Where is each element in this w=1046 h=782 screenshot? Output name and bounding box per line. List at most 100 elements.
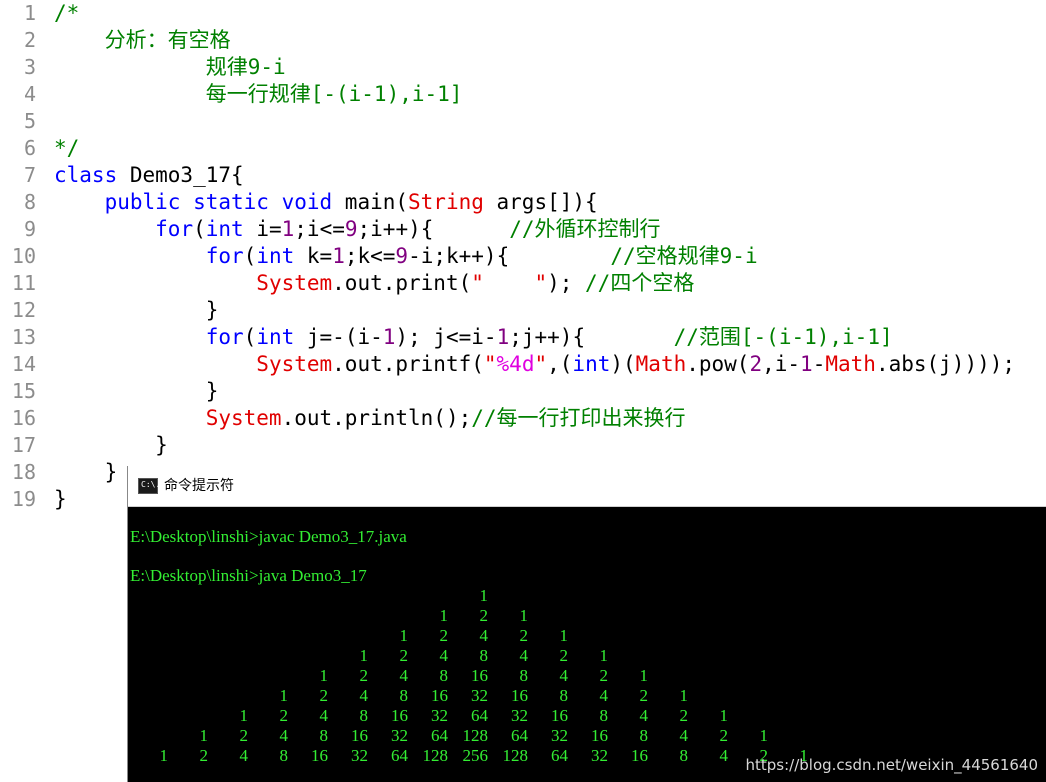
- code-line[interactable]: 17 }: [0, 432, 1046, 459]
- line-number: 16: [11, 406, 36, 430]
- code-token: 规律9-i: [205, 55, 286, 79]
- code-line[interactable]: 11 System.out.print(" "); //四个空格: [0, 270, 1046, 297]
- triangle-value: 16: [351, 726, 368, 745]
- triangle-value: 2: [679, 706, 689, 725]
- code-line[interactable]: 3 规律9-i: [0, 54, 1046, 81]
- cmd-title-bar[interactable]: C:\. 命令提示符: [128, 466, 1046, 507]
- code-line[interactable]: 9 for(int i=1;i<=9;i++){ //外循环控制行: [0, 216, 1046, 243]
- code-token: int: [256, 244, 295, 268]
- triangle-row: 1 2 4 8 4 2 1: [128, 646, 1046, 666]
- watermark: https://blog.csdn.net/weixin_44561640: [745, 756, 1038, 774]
- code-text: System.out.print(" "); //四个空格: [54, 270, 694, 297]
- line-number: 6: [23, 136, 36, 160]
- code-line[interactable]: 12 }: [0, 297, 1046, 324]
- triangle-value: 32: [511, 706, 528, 725]
- triangle-value: 16: [471, 666, 488, 685]
- code-line[interactable]: 16 System.out.println();//每一行打印出来换行: [0, 405, 1046, 432]
- triangle-value: 8: [519, 666, 529, 685]
- triangle-value: 4: [439, 646, 449, 665]
- code-line[interactable]: 1 /*: [0, 0, 1046, 27]
- line-number: 15: [11, 379, 36, 403]
- code-line[interactable]: 8 public static void main(String args[])…: [0, 189, 1046, 216]
- code-token: (: [243, 325, 257, 349]
- code-token: String: [408, 190, 484, 214]
- code-token: ;j++){: [509, 325, 674, 349]
- code-token: Math: [825, 352, 876, 376]
- code-token: );: [547, 271, 586, 295]
- code-token: }: [54, 433, 168, 457]
- triangle-value: 8: [319, 726, 329, 745]
- code-line[interactable]: 6 */: [0, 135, 1046, 162]
- cmd-line-javac: E:\Desktop\linshi>javac Demo3_17.java: [130, 527, 407, 546]
- triangle-value: 2: [559, 646, 569, 665]
- code-token: ,i-: [762, 352, 801, 376]
- code-token: class: [54, 163, 118, 187]
- code-line[interactable]: 5: [0, 108, 1046, 135]
- code-line[interactable]: 2 分析：有空格: [0, 27, 1046, 54]
- triangle-value: 32: [591, 746, 608, 765]
- cmd-line-java: E:\Desktop\linshi>java Demo3_17: [130, 566, 367, 585]
- code-line[interactable]: 10 for(int k=1;k<=9-i;k++){ //空格规律9-i: [0, 243, 1046, 270]
- triangle-value: 1: [639, 666, 649, 685]
- code-token: 1: [382, 325, 396, 349]
- code-token: i=: [243, 217, 282, 241]
- triangle-value: 4: [479, 626, 489, 645]
- code-token: 9: [344, 217, 358, 241]
- code-token: */: [54, 136, 80, 160]
- command-prompt-window[interactable]: C:\. 命令提示符 E:\Desktop\linshi>javac Demo3…: [127, 466, 1046, 782]
- code-token: .out.println();: [281, 406, 472, 430]
- code-line[interactable]: 7 class Demo3_17{: [0, 162, 1046, 189]
- code-token: //外循环控制行: [509, 217, 661, 241]
- code-token: )(: [610, 352, 636, 376]
- cmd-window-icon: C:\.: [138, 478, 160, 494]
- code-text: 每一行规律[-(i-1),i-1]: [54, 81, 463, 108]
- code-line[interactable]: 13 for(int j=-(i-1); j<=i-1;j++){ //范围[-…: [0, 324, 1046, 351]
- code-text: public static void main(String args[]){: [54, 189, 598, 216]
- line-number: 4: [23, 82, 36, 106]
- line-number: 3: [23, 55, 36, 79]
- triangle-value: 64: [471, 706, 488, 725]
- code-token: 1: [281, 217, 295, 241]
- code-token: }: [54, 298, 219, 322]
- triangle-value: 4: [359, 686, 369, 705]
- code-line[interactable]: 15 }: [0, 378, 1046, 405]
- code-token: ); j<=i-: [395, 325, 497, 349]
- triangle-value: 8: [399, 686, 409, 705]
- code-token: public static void: [104, 190, 333, 214]
- triangle-value: 8: [559, 686, 569, 705]
- triangle-value: 1: [159, 746, 169, 765]
- triangle-value: 2: [199, 746, 209, 765]
- code-token: main(: [332, 190, 409, 214]
- code-token: ": [483, 352, 497, 376]
- triangle-value: 1: [679, 686, 689, 705]
- triangle-value: 2: [399, 646, 409, 665]
- triangle-value: 16: [591, 726, 608, 745]
- code-token: 1: [332, 244, 345, 268]
- triangle-value: 1: [239, 706, 249, 725]
- code-token: System: [256, 352, 333, 376]
- cmd-output: E:\Desktop\linshi>javac Demo3_17.java E:…: [128, 506, 1046, 782]
- triangle-value: 2: [479, 606, 489, 625]
- code-line[interactable]: 4 每一行规律[-(i-1),i-1]: [0, 81, 1046, 108]
- triangle-value: 4: [639, 706, 649, 725]
- triangle-value: 4: [319, 706, 329, 725]
- line-number: 9: [23, 217, 36, 241]
- code-text: */: [54, 135, 79, 162]
- code-line[interactable]: 14 System.out.printf("%4d",(int)(Math.po…: [0, 351, 1046, 378]
- line-number: 10: [11, 244, 36, 268]
- triangle-value: 4: [239, 746, 249, 765]
- triangle-value: 1: [439, 606, 449, 625]
- code-text: for(int j=-(i-1); j<=i-1;j++){ //范围[-(i-…: [54, 324, 893, 351]
- line-number: 7: [23, 163, 36, 187]
- code-token: " ": [471, 271, 548, 295]
- line-number: 2: [23, 28, 36, 52]
- triangle-value: 128: [462, 726, 489, 745]
- triangle-value: 1: [399, 626, 409, 645]
- line-number: 5: [23, 109, 36, 133]
